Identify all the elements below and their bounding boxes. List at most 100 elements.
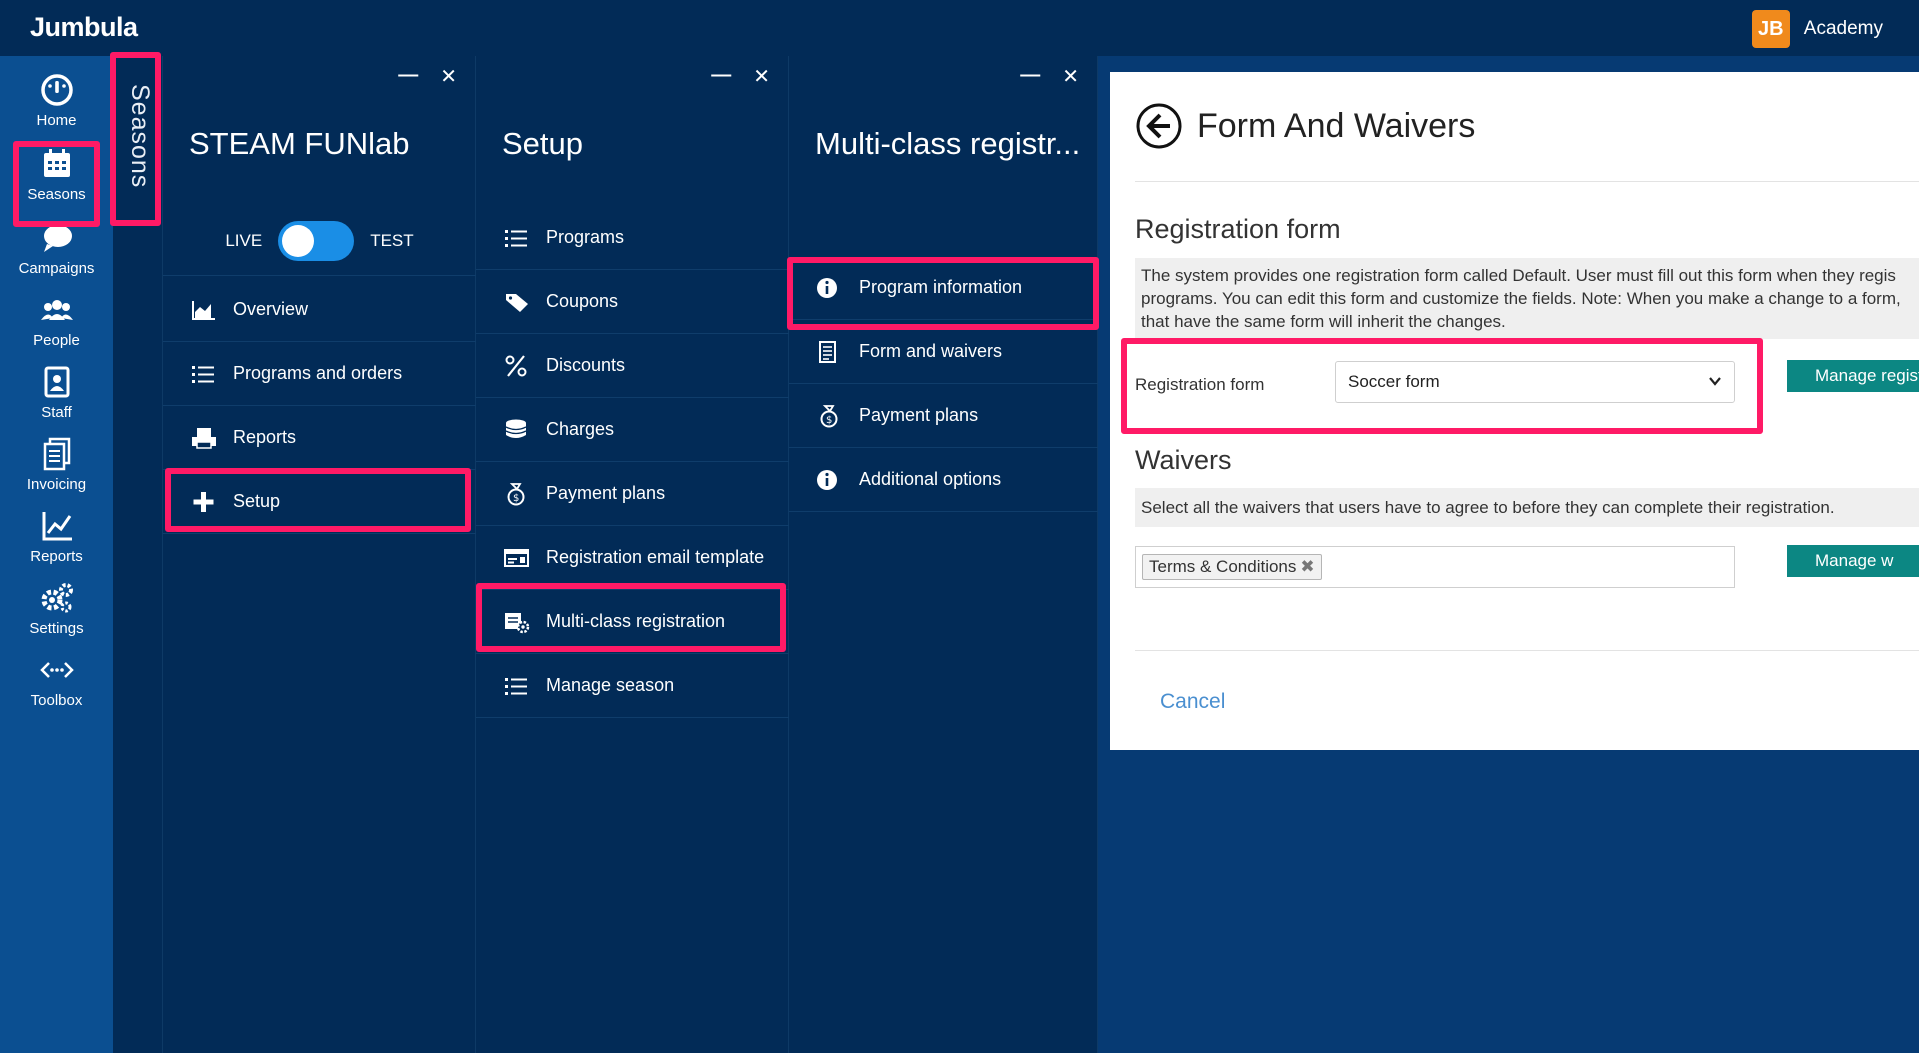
live-test-toggle[interactable] bbox=[278, 220, 355, 261]
menu-item-label: Registration email template bbox=[546, 547, 765, 567]
brand-logo[interactable]: Jumbula bbox=[30, 12, 138, 43]
plus-icon bbox=[193, 491, 214, 512]
manage-registration-forms-button[interactable]: Manage regist bbox=[1787, 360, 1919, 392]
money-bag-icon: $ bbox=[507, 482, 525, 505]
top-bar: Jumbula JB Academy bbox=[0, 0, 1919, 56]
nav-settings[interactable]: Settings bbox=[0, 566, 113, 644]
menu-item-discounts[interactable]: Discounts bbox=[476, 334, 789, 398]
menu-item-payment-plans[interactable]: $ Payment plans bbox=[476, 462, 789, 526]
menu-item-multi-class-registration[interactable]: Multi-class registration bbox=[476, 590, 789, 654]
seasons-strip-label: Seasons bbox=[126, 84, 154, 189]
waivers-description: Select all the waivers that users have t… bbox=[1135, 488, 1919, 527]
nav-staff[interactable]: Staff bbox=[0, 350, 113, 428]
percent-icon bbox=[505, 354, 527, 377]
close-icon[interactable]: ✕ bbox=[1062, 64, 1079, 89]
menu-item-registration-email-template[interactable]: Registration email template bbox=[476, 526, 789, 590]
svg-text:$: $ bbox=[513, 493, 519, 504]
nav-people-label: People bbox=[33, 332, 80, 349]
left-nav: Home Seasons Campaigns People Staff Invo… bbox=[0, 56, 113, 1053]
close-icon[interactable]: ✕ bbox=[440, 64, 457, 89]
nav-people[interactable]: People bbox=[0, 278, 113, 356]
panel-controls: — ✕ bbox=[398, 64, 457, 89]
menu-item-label: Program information bbox=[859, 277, 1023, 297]
minimize-icon[interactable]: — bbox=[1020, 64, 1040, 89]
menu-item-label: Additional options bbox=[859, 469, 1002, 489]
toggle-test-label: TEST bbox=[370, 230, 414, 250]
divider bbox=[1135, 181, 1919, 182]
menu-item-label: Manage season bbox=[546, 675, 675, 695]
registration-description: The system provides one registration for… bbox=[1135, 258, 1919, 339]
menu-item-overview[interactable]: Overview bbox=[163, 278, 476, 342]
home-gauge-icon bbox=[40, 74, 73, 106]
menu-item-programs-and-orders[interactable]: Programs and orders bbox=[163, 342, 476, 406]
line-chart-icon bbox=[42, 512, 72, 541]
season-menu: Overview Programs and orders Reports Set… bbox=[163, 278, 476, 534]
nav-invoicing-label: Invoicing bbox=[26, 476, 87, 493]
nav-toolbox[interactable]: Toolbox bbox=[0, 638, 113, 716]
multi-class-icon bbox=[505, 612, 530, 633]
menu-item-programs[interactable]: Programs bbox=[476, 206, 789, 270]
menu-item-label: Setup bbox=[233, 491, 281, 511]
menu-item-charges[interactable]: Charges bbox=[476, 398, 789, 462]
waivers-multiselect[interactable]: Terms & Conditions ✖ bbox=[1135, 546, 1735, 588]
info-icon bbox=[817, 469, 837, 490]
nav-reports[interactable]: Reports bbox=[0, 494, 113, 572]
menu-item-reports[interactable]: Reports bbox=[163, 406, 476, 470]
season-panel: — ✕ STEAM FUNlab LIVE TEST Overview Prog… bbox=[163, 56, 476, 1053]
live-test-toggle-row: LIVE TEST bbox=[163, 206, 476, 276]
tag-icon bbox=[506, 293, 528, 312]
toggle-knob bbox=[282, 224, 315, 257]
panel-title: Setup bbox=[502, 126, 584, 161]
menu-item-label: Multi-class registration bbox=[546, 611, 726, 631]
back-arrow-icon[interactable] bbox=[1135, 102, 1183, 150]
registration-desc-line-2: programs. You can edit this form and cus… bbox=[1141, 289, 1901, 308]
menu-item-label: Discounts bbox=[546, 355, 626, 375]
menu-item-setup[interactable]: Setup bbox=[163, 470, 476, 534]
close-icon[interactable]: ✕ bbox=[753, 64, 770, 89]
seasons-strip[interactable]: Seasons bbox=[113, 56, 163, 1053]
staff-badge-icon bbox=[44, 366, 69, 398]
menu-item-label: Coupons bbox=[546, 291, 619, 311]
manage-waivers-button[interactable]: Manage w bbox=[1787, 545, 1919, 577]
chevron-down-icon bbox=[1709, 377, 1721, 386]
toggle-live-label: LIVE bbox=[225, 230, 263, 250]
list-icon bbox=[505, 229, 527, 247]
info-icon bbox=[817, 277, 837, 298]
academy-label: Academy bbox=[1803, 18, 1883, 39]
minimize-icon[interactable]: — bbox=[711, 64, 731, 89]
menu-item-label: Programs bbox=[546, 227, 625, 247]
menu-item-form-and-waivers[interactable]: Form and waivers bbox=[789, 320, 1098, 384]
calendar-icon bbox=[43, 149, 70, 177]
academy-switcher[interactable]: JB Academy bbox=[1751, 10, 1883, 48]
academy-logo: JB bbox=[1751, 10, 1790, 48]
nav-home[interactable]: Home bbox=[0, 58, 113, 136]
waivers-heading: Waivers bbox=[1135, 445, 1232, 475]
nav-seasons[interactable]: Seasons bbox=[0, 132, 113, 210]
printer-icon bbox=[192, 427, 216, 449]
registration-desc-line-1: The system provides one registration for… bbox=[1141, 266, 1896, 285]
remove-tag-icon[interactable]: ✖ bbox=[1300, 557, 1314, 576]
menu-item-program-information[interactable]: Program information bbox=[789, 256, 1098, 320]
menu-item-additional-options[interactable]: Additional options bbox=[789, 448, 1098, 512]
form-and-waivers-page: Form And Waivers Registration form The s… bbox=[1110, 72, 1919, 750]
nav-invoicing[interactable]: Invoicing bbox=[0, 422, 113, 500]
waiver-tag-label: Terms & Conditions bbox=[1149, 557, 1297, 576]
list-icon bbox=[192, 365, 214, 383]
nav-campaigns[interactable]: Campaigns bbox=[0, 206, 113, 284]
email-template-icon bbox=[504, 548, 529, 567]
page-title: Form And Waivers bbox=[1197, 106, 1476, 145]
menu-item-manage-season[interactable]: Manage season bbox=[476, 654, 789, 718]
nav-home-label: Home bbox=[36, 112, 77, 129]
cancel-link[interactable]: Cancel bbox=[1160, 690, 1225, 714]
money-bag-icon: $ bbox=[820, 404, 838, 427]
registration-form-select-value: Soccer form bbox=[1348, 372, 1440, 391]
menu-item-payment-plans[interactable]: $ Payment plans bbox=[789, 384, 1098, 448]
minimize-icon[interactable]: — bbox=[398, 64, 418, 89]
waiver-tag: Terms & Conditions ✖ bbox=[1142, 554, 1322, 580]
coins-icon bbox=[505, 419, 527, 438]
menu-item-label: Payment plans bbox=[546, 483, 666, 503]
nav-staff-label: Staff bbox=[41, 404, 72, 421]
menu-item-coupons[interactable]: Coupons bbox=[476, 270, 789, 334]
registration-form-select[interactable]: Soccer form bbox=[1335, 361, 1735, 403]
registration-form-heading: Registration form bbox=[1135, 214, 1341, 244]
